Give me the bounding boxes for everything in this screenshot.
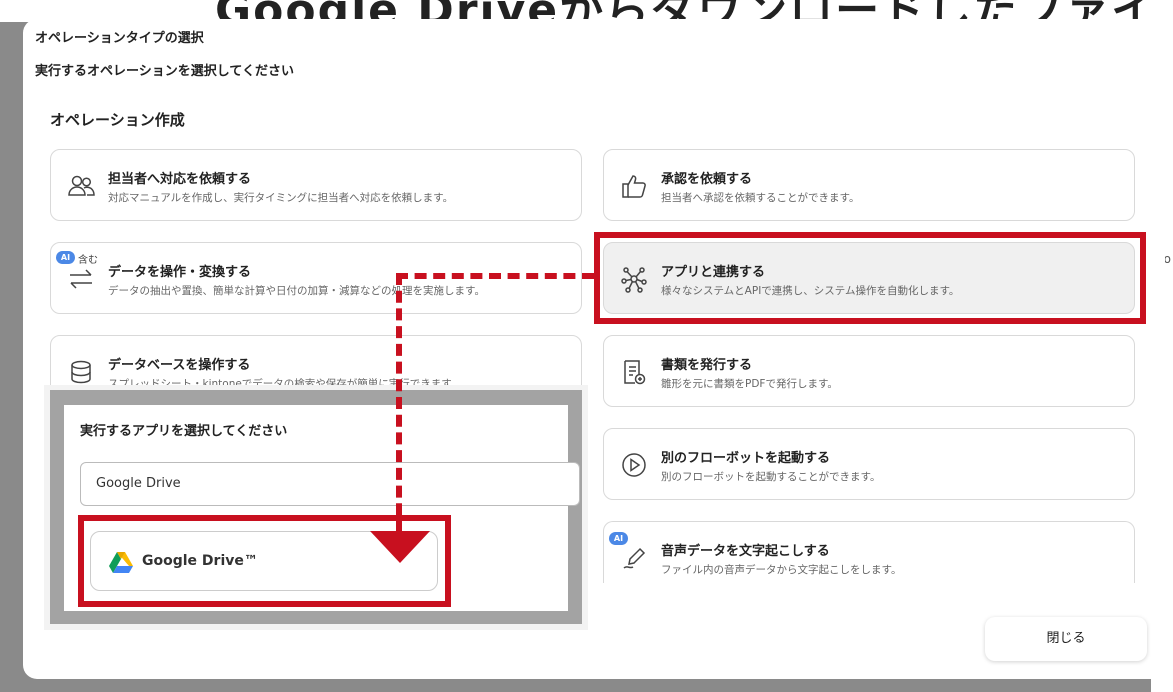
app-search-value: Google Drive (96, 476, 181, 491)
document-icon (624, 360, 646, 385)
annotation-dashed-line-horizontal (396, 273, 594, 279)
card-transcribe[interactable]: 音声データを文字起こしする ファイル内の音声データから文字起こしをします。 (603, 521, 1135, 583)
card-desc: データの抽出や置換、簡単な計算や日付の加算・減算などの処理を実施します。 (108, 285, 485, 297)
card-desc: 担当者へ承認を依頼することができます。 (661, 192, 860, 204)
app-search-input[interactable]: Google Drive (80, 462, 580, 506)
card-title: 別のフローボットを起動する (661, 451, 831, 466)
card-title: 担当者へ対応を依頼する (108, 172, 252, 187)
ai-included-label: 含む (78, 255, 98, 266)
card-desc: 別のフローボットを起動することができます。 (661, 471, 881, 483)
card-document[interactable]: 書類を発行する 雛形を元に書類をPDFで発行します。 (603, 335, 1135, 407)
modal-subtitle: 実行するオペレーションを選択してください (35, 64, 294, 79)
card-title: データベースを操作する (108, 358, 251, 373)
section-title: オペレーション作成 (50, 111, 185, 129)
card-flowbot[interactable]: 別のフローボットを起動する 別のフローボットを起動することができます。 (603, 428, 1135, 500)
card-title: データを操作・変換する (108, 265, 252, 280)
card-title: 承認を依頼する (661, 172, 753, 187)
highlight-frame-app-integration (594, 232, 1146, 324)
modal-title: オペレーションタイプの選択 (35, 31, 204, 46)
pen-icon (623, 547, 646, 569)
play-circle-icon (622, 453, 646, 477)
ai-badge: AI (56, 251, 75, 264)
close-button[interactable]: 閉じる (985, 617, 1147, 661)
annotation-dashed-line-vertical (396, 273, 402, 533)
people-icon (68, 175, 95, 196)
card-desc: ファイル内の音声データから文字起こしをします。 (661, 564, 902, 576)
thumbs-up-icon (622, 175, 646, 198)
card-desc: 対応マニュアルを作成し、実行タイミングに担当者へ対応を依頼します。 (108, 192, 454, 204)
ai-badge: AI (609, 532, 628, 545)
database-icon (71, 360, 91, 384)
card-desc: 雛形を元に書類をPDFで発行します。 (661, 378, 838, 390)
app-select-title: 実行するアプリを選択してください (80, 424, 288, 439)
swap-arrows-icon (70, 269, 92, 289)
card-title: 音声データを文字起こしする (661, 544, 830, 559)
card-approval[interactable]: 承認を依頼する 担当者へ承認を依頼することができます。 (603, 149, 1135, 221)
highlight-frame-google-drive (78, 515, 451, 607)
card-assign-person[interactable]: 担当者へ対応を依頼する 対応マニュアルを作成し、実行タイミングに担当者へ対応を依… (50, 149, 582, 221)
card-title: 書類を発行する (661, 358, 753, 373)
